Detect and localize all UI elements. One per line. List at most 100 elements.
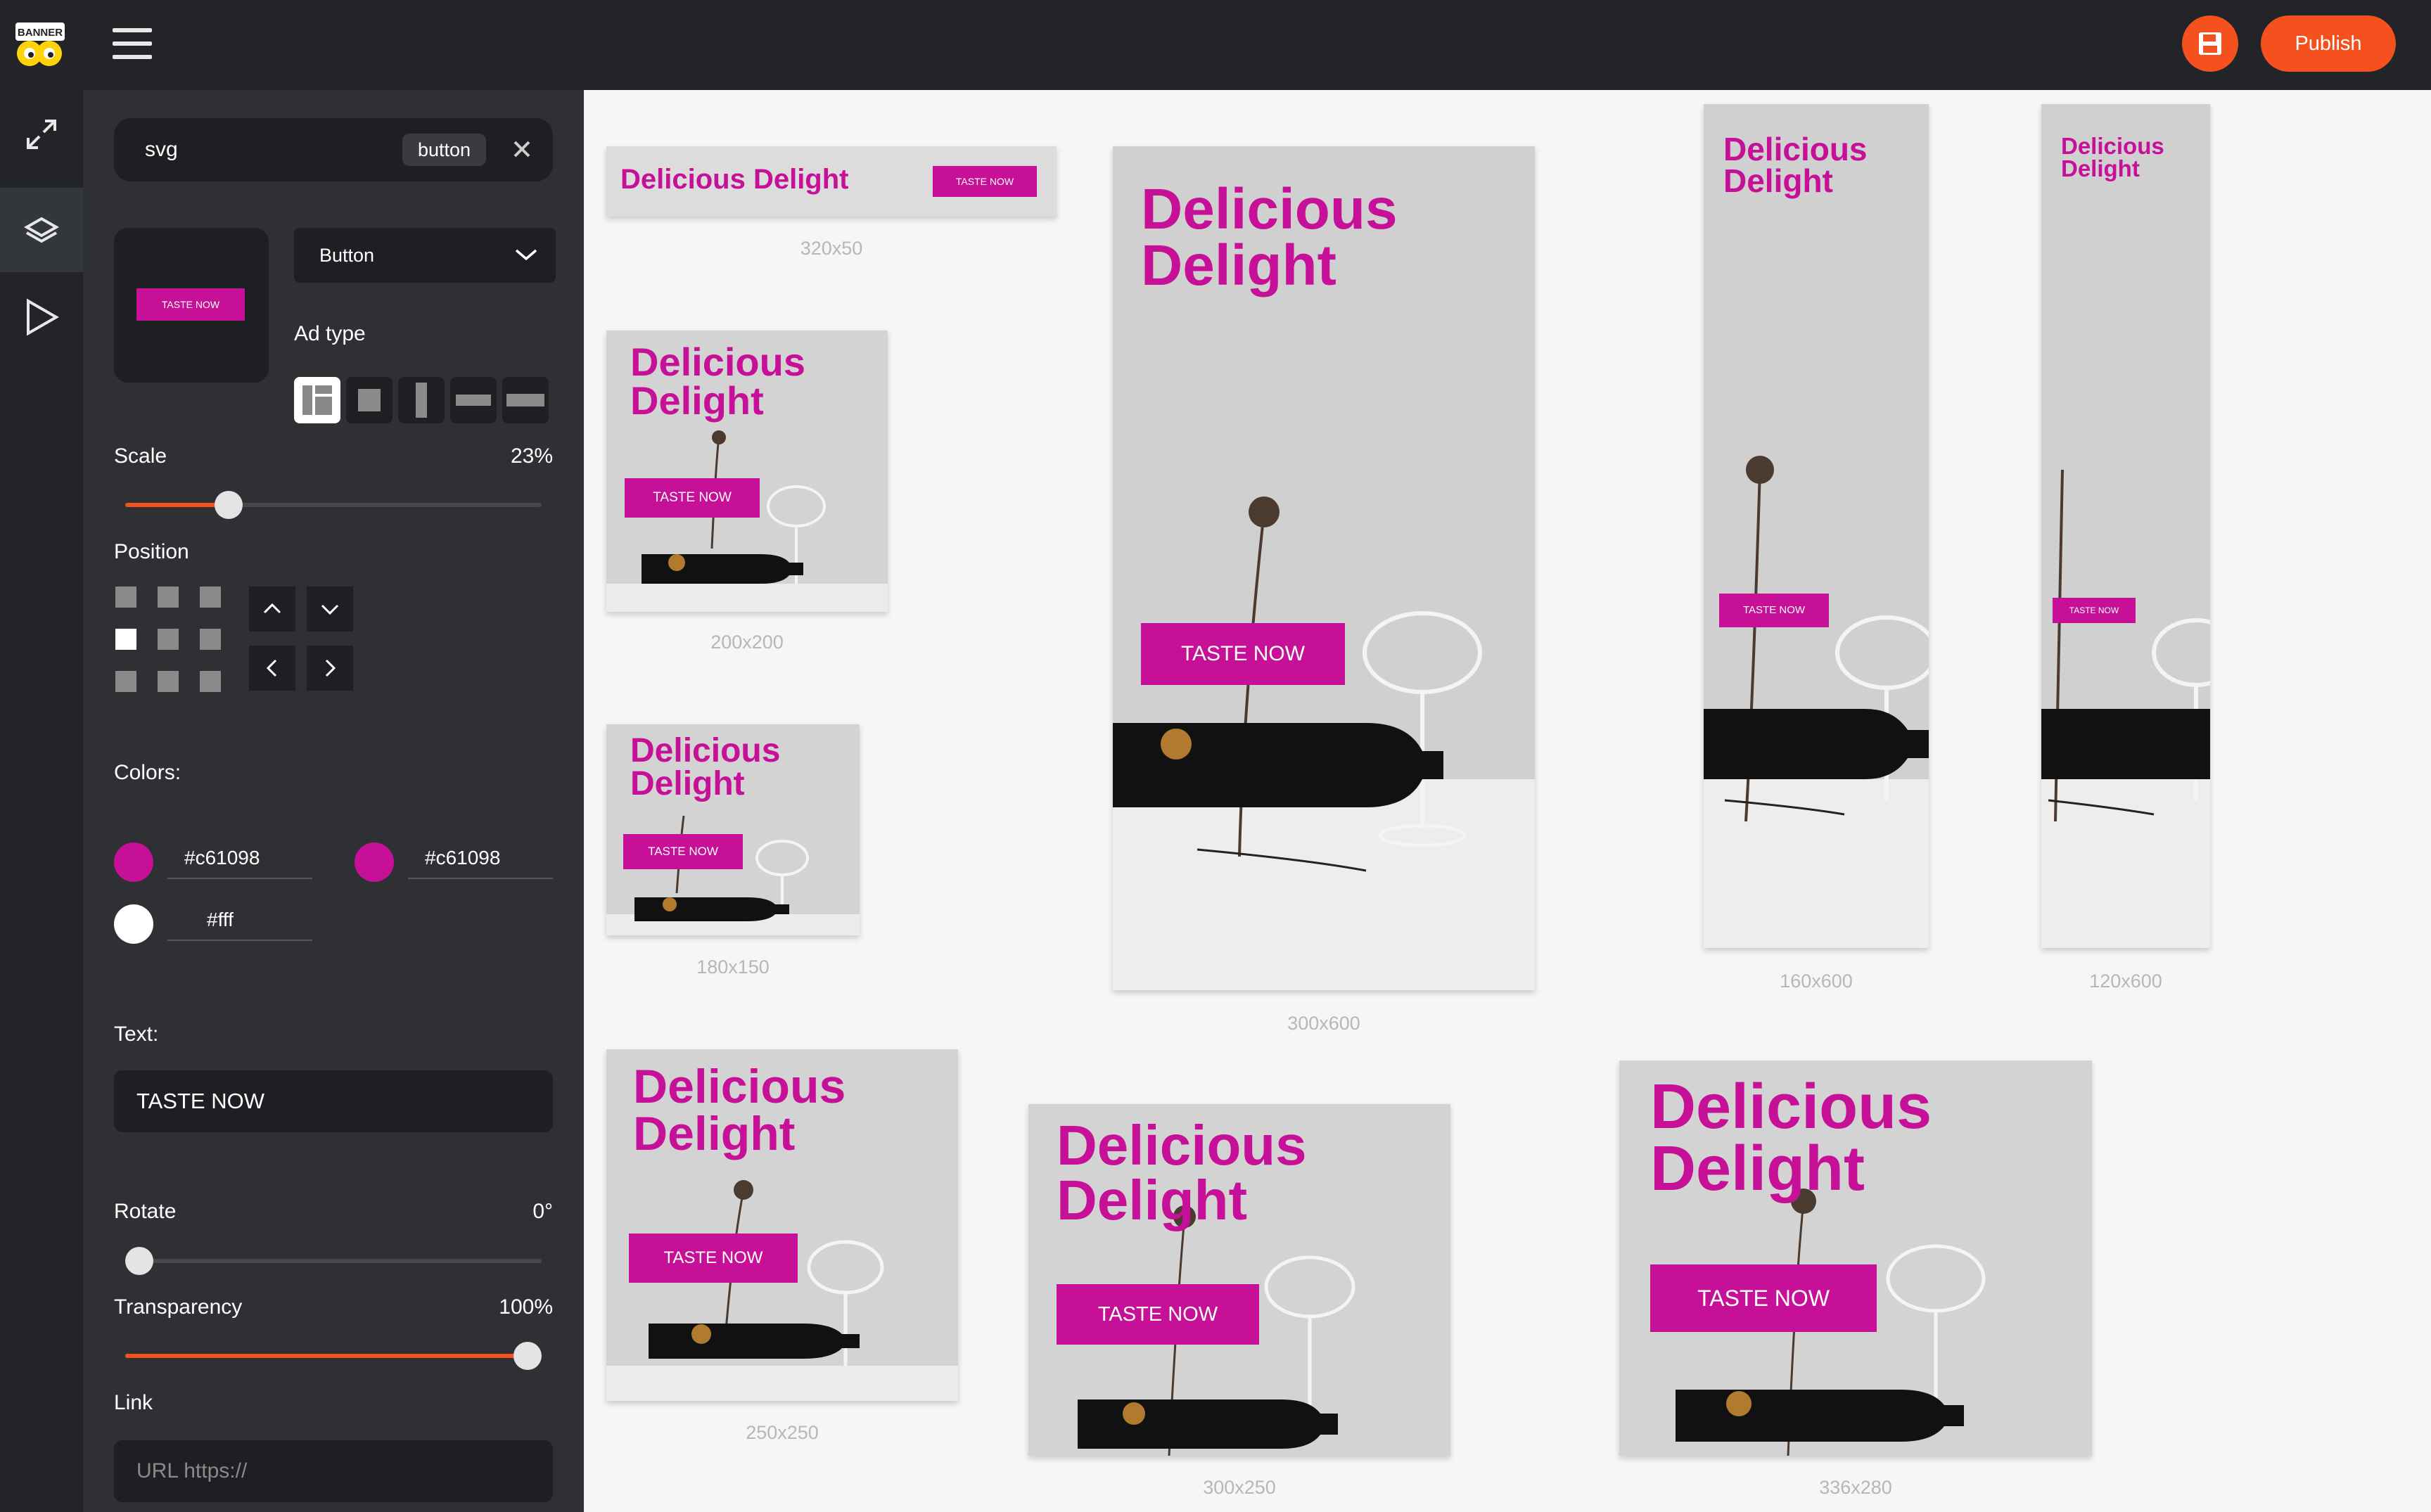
rotate-label: Rotate <box>114 1200 177 1223</box>
position-bottom-center[interactable] <box>158 671 179 692</box>
ad-type-banner[interactable] <box>502 377 549 423</box>
play-icon <box>27 298 60 336</box>
filter-chip[interactable]: button <box>402 134 487 166</box>
position-top-center[interactable] <box>158 587 179 608</box>
banner-300x600[interactable]: Delicious Delight TASTE NOW <box>1113 146 1535 990</box>
banner-headline: Delicious Delight <box>630 732 781 803</box>
properties-panel: svg button TASTE NOW Button Ad type Scal… <box>83 90 584 1512</box>
position-bottom-right[interactable] <box>200 671 221 692</box>
position-middle-center[interactable] <box>158 629 179 650</box>
dropdown-value: Button <box>319 245 375 266</box>
banner-photo <box>2041 104 2210 948</box>
banner-headline: Delicious Delight <box>1650 1072 1932 1205</box>
position-middle-left[interactable] <box>115 629 136 650</box>
hamburger-icon[interactable] <box>113 28 152 59</box>
color-hex-field-2[interactable]: #c61098 <box>408 837 553 879</box>
banner-320x50[interactable]: Delicious Delight TASTE NOW <box>606 146 1057 217</box>
position-bottom-left[interactable] <box>115 671 136 692</box>
banner-cta-button[interactable]: TASTE NOW <box>933 166 1037 197</box>
rail-layers[interactable] <box>0 188 83 272</box>
banner-300x250[interactable]: Delicious Delight TASTE NOW <box>1028 1104 1450 1456</box>
size-label-180x150: 180x150 <box>696 956 770 978</box>
nudge-up-button[interactable] <box>249 587 295 632</box>
link-label: Link <box>114 1391 153 1414</box>
transparency-slider-fill <box>125 1354 528 1358</box>
button-text-input[interactable]: TASTE NOW <box>114 1070 553 1132</box>
size-label-336x280: 336x280 <box>1819 1477 1892 1498</box>
rotate-slider-knob[interactable] <box>125 1247 153 1275</box>
banner-headline: Delicious Delight <box>633 1060 846 1160</box>
svg-text:BANNER: BANNER <box>18 27 63 39</box>
left-rail <box>0 90 83 1512</box>
publish-button[interactable]: Publish <box>2261 15 2396 72</box>
transparency-label: Transparency <box>114 1295 243 1319</box>
chevron-down-icon <box>321 604 339 615</box>
colors-label: Colors: <box>114 761 181 784</box>
banner-336x280[interactable]: Delicious Delight TASTE NOW <box>1619 1061 2092 1456</box>
banner-headline: Delicious Delight <box>620 164 849 195</box>
banner-cta-button[interactable]: TASTE NOW <box>625 478 760 518</box>
position-middle-right[interactable] <box>200 629 221 650</box>
size-label-250x250: 250x250 <box>746 1422 819 1443</box>
banner-cta-button[interactable]: TASTE NOW <box>629 1234 798 1283</box>
rotate-value: 0° <box>532 1200 553 1223</box>
chevron-down-icon <box>515 249 537 261</box>
size-label-300x600: 300x600 <box>1287 1013 1360 1034</box>
scale-slider-fill <box>125 503 229 507</box>
transparency-slider-knob[interactable] <box>513 1342 542 1370</box>
banner-cta-button[interactable]: TASTE NOW <box>1650 1264 1877 1332</box>
transparency-value: 100% <box>499 1295 553 1319</box>
banner-250x250[interactable]: Delicious Delight TASTE NOW <box>606 1049 958 1401</box>
ad-type-layout[interactable] <box>294 377 340 423</box>
app-logo[interactable]: BANNER <box>14 21 66 68</box>
banner-headline: Delicious Delight <box>1141 177 1398 298</box>
banner-headline: Delicious Delight <box>1057 1114 1307 1232</box>
save-button[interactable] <box>2182 15 2238 72</box>
rail-preview[interactable] <box>0 274 83 359</box>
banner-cta-button[interactable]: TASTE NOW <box>2053 598 2136 623</box>
color-swatch-3[interactable] <box>114 904 153 944</box>
layer-type-dropdown[interactable]: Button <box>294 228 556 283</box>
banner-cta-button[interactable]: TASTE NOW <box>1141 623 1345 685</box>
banner-200x200[interactable]: Delicious Delight TASTE NOW <box>606 331 888 612</box>
size-label-320x50: 320x50 <box>800 238 863 259</box>
banner-headline: Delicious Delight <box>2061 133 2164 182</box>
rotate-slider[interactable] <box>125 1259 542 1263</box>
banner-180x150[interactable]: Delicious Delight TASTE NOW <box>606 724 860 935</box>
ad-type-leaderboard[interactable] <box>450 377 497 423</box>
color-hex-field-3[interactable]: #fff <box>167 899 312 941</box>
size-label-120x600: 120x600 <box>2089 970 2162 992</box>
color-hex-field-1[interactable]: #c61098 <box>167 837 312 879</box>
text-label: Text: <box>114 1023 159 1046</box>
ad-type-square[interactable] <box>346 377 393 423</box>
banner-160x600[interactable]: Delicious Delight TASTE NOW <box>1704 104 1929 948</box>
size-label-300x250: 300x250 <box>1203 1477 1276 1498</box>
link-input[interactable]: URL https:// <box>114 1440 553 1502</box>
size-label-160x600: 160x600 <box>1780 970 1853 992</box>
position-top-left[interactable] <box>115 587 136 608</box>
layer-search[interactable]: svg button <box>114 118 553 181</box>
nudge-down-button[interactable] <box>307 587 353 632</box>
position-top-right[interactable] <box>200 587 221 608</box>
size-label-200x200: 200x200 <box>710 632 784 653</box>
ad-type-skyscraper[interactable] <box>398 377 445 423</box>
color-swatch-2[interactable] <box>355 843 394 882</box>
chevron-right-icon <box>325 659 336 677</box>
ad-type-label: Ad type <box>294 322 366 345</box>
layer-preview: TASTE NOW <box>114 228 269 383</box>
banner-cta-button[interactable]: TASTE NOW <box>623 834 743 869</box>
scale-slider-knob[interactable] <box>214 491 243 519</box>
banner-cta-button[interactable]: TASTE NOW <box>1719 594 1829 627</box>
banner-120x600[interactable]: Delicious Delight TASTE NOW <box>2041 104 2210 948</box>
chevron-up-icon <box>263 603 281 614</box>
nudge-right-button[interactable] <box>307 646 353 691</box>
close-icon[interactable] <box>508 135 536 163</box>
banner-cta-button[interactable]: TASTE NOW <box>1057 1284 1259 1345</box>
preview-button: TASTE NOW <box>136 288 245 321</box>
rail-resize[interactable] <box>0 91 83 176</box>
search-input[interactable]: svg <box>145 118 178 181</box>
chevron-left-icon <box>266 659 277 677</box>
color-swatch-1[interactable] <box>114 843 153 882</box>
nudge-left-button[interactable] <box>249 646 295 691</box>
position-label: Position <box>114 540 189 563</box>
